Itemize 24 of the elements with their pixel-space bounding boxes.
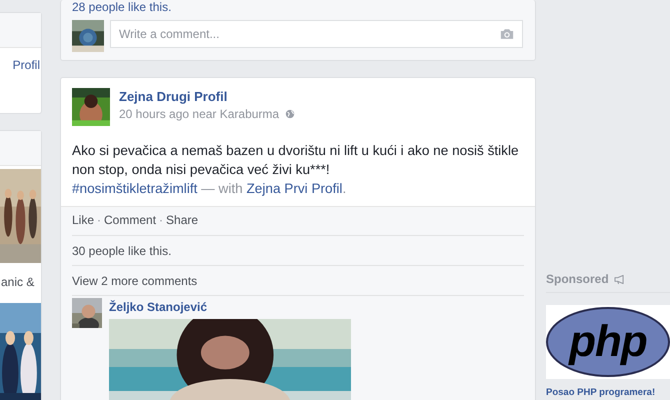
- action-link[interactable]: Comment: [104, 213, 156, 227]
- globe-icon: [285, 109, 296, 119]
- likes-link[interactable]: 30 people like this.: [72, 244, 524, 258]
- likes-link[interactable]: 28 people like this.: [72, 0, 523, 14]
- comment-field[interactable]: Write a comment...: [110, 20, 523, 48]
- post-meta: 20 hours ago near Karaburma: [119, 107, 280, 121]
- author-link[interactable]: Zejna Drugi Profil: [119, 89, 296, 104]
- camera-icon[interactable]: [500, 28, 514, 40]
- sponsored-label: Sponsored: [546, 272, 609, 286]
- page-link[interactable]: anic &: [1, 275, 41, 289]
- separator: ·: [97, 213, 102, 227]
- post-text: Ako si pevačica a nemaš bazen u dvorištu ni lift u kući i ako ne nosiš štikle non stop, onda nisi pevačica već živi ku***!: [72, 142, 520, 179]
- action-link[interactable]: Like: [72, 213, 94, 227]
- ad-logo[interactable]: php: [546, 305, 670, 379]
- ad-title-link[interactable]: Posao PHP programera!: [546, 387, 670, 398]
- action-link[interactable]: Share: [166, 213, 198, 227]
- hashtag-link[interactable]: #nosimštikletražimlift: [72, 181, 198, 196]
- tag-line: #nosimštikletražimlift — with Zejna Prvi Profil.: [72, 180, 348, 198]
- separator: ·: [159, 213, 164, 227]
- profile-link[interactable]: Profil: [12, 58, 40, 72]
- megaphone-icon: [614, 274, 625, 284]
- commenter-link[interactable]: Željko Stanojević: [109, 300, 351, 314]
- view-comments-link[interactable]: View 2 more comments: [72, 274, 524, 288]
- tagged-link[interactable]: Zejna Prvi Profil: [246, 181, 342, 196]
